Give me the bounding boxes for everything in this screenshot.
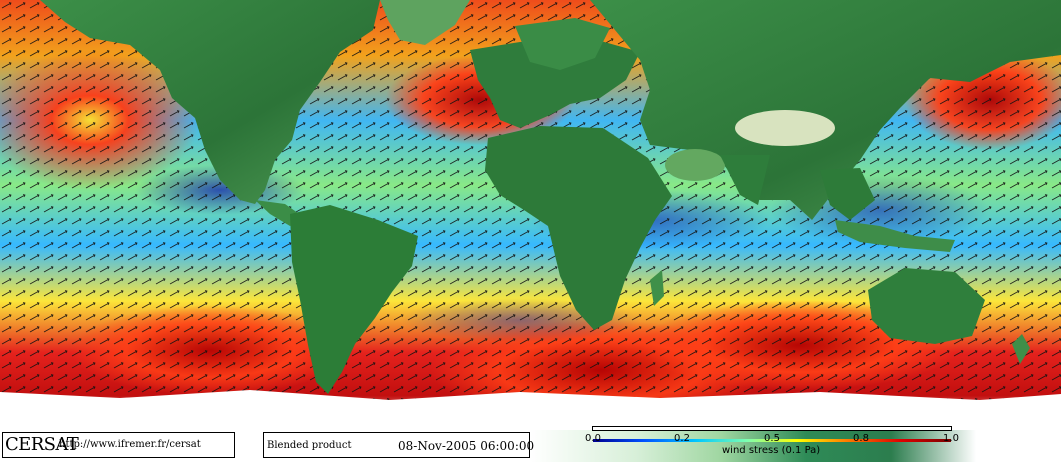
colorbar-tick-3: 0.8 bbox=[853, 433, 869, 444]
colorbar-tick-4: 1.0 bbox=[943, 433, 959, 444]
product-name: Blended product bbox=[267, 440, 352, 451]
colorbar bbox=[592, 426, 952, 442]
tibetan-plateau bbox=[735, 110, 835, 146]
colorbar-tick-2: 0.5 bbox=[764, 433, 780, 444]
arabia-highland bbox=[665, 149, 725, 181]
credit-box: CERSAT http://www.ifremer.fr/cersat bbox=[2, 432, 235, 458]
map-canvas bbox=[0, 0, 1061, 430]
cersat-url[interactable]: http://www.ifremer.fr/cersat bbox=[59, 439, 201, 451]
observation-date: 08-Nov-2005 06:00:00 bbox=[398, 439, 535, 453]
wind-stress-map bbox=[0, 0, 1061, 430]
colorbar-tick-0: 0.0 bbox=[585, 433, 601, 444]
colorbar-label: wind stress (0.1 Pa) bbox=[722, 445, 821, 456]
colorbar-tick-1: 0.2 bbox=[674, 433, 690, 444]
product-info-box: Blended product 08-Nov-2005 06:00:00 bbox=[263, 432, 534, 458]
